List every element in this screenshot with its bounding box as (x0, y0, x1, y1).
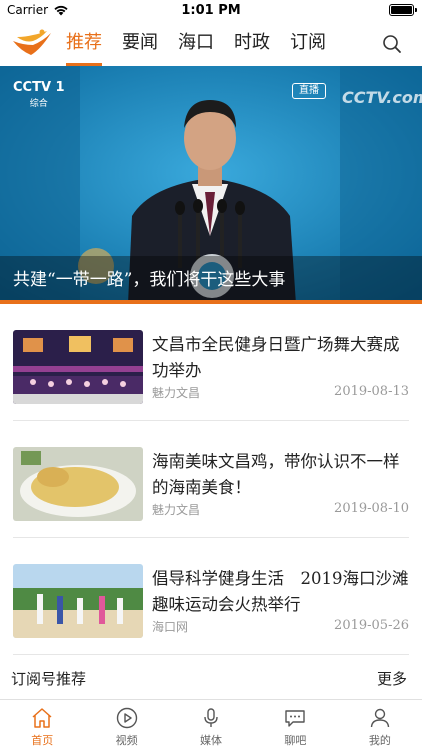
tabbar-label: 媒体 (200, 734, 223, 747)
tabbar-label: 视频 (115, 734, 138, 747)
news-item[interactable]: 海南美味文昌鸡，带你认识不一样的海南美食！ 魅力文昌 2019-08-10 (13, 421, 409, 538)
app-logo (13, 29, 51, 55)
tab-subscribe[interactable]: 订阅 (290, 22, 326, 66)
news-date: 2019-08-13 (334, 384, 409, 399)
tabbar-home[interactable]: 首页 (0, 700, 84, 750)
channel-logo: CCTV 1 综合 (13, 80, 65, 109)
search-icon[interactable] (382, 34, 402, 54)
subscribe-title: 订阅号推荐 (11, 670, 87, 688)
news-thumbnail (13, 564, 143, 638)
category-tabs: 推荐 要闻 海口 时政 订阅 (66, 22, 346, 66)
tabbar-media[interactable]: 媒体 (169, 700, 253, 750)
news-thumbnail (13, 330, 143, 404)
tab-haikou[interactable]: 海口 (178, 22, 214, 66)
chat-icon (285, 710, 306, 727)
news-date: 2019-05-26 (334, 618, 409, 633)
channel-watermark: CCTV.com (342, 88, 422, 107)
microphone-icon (204, 708, 218, 727)
news-title: 文昌市全民健身日暨广场舞大赛成功举办 (152, 335, 400, 380)
bottom-tab-bar: 首页 视频 媒体 聊吧 我的 (0, 699, 422, 750)
news-source: 魅力文昌 (152, 386, 201, 400)
tab-headlines[interactable]: 要闻 (122, 22, 158, 66)
more-link[interactable]: 更多 (377, 668, 407, 689)
headline-banner[interactable]: CCTV 1 综合 直播 CCTV.com 共建“一带一路”，我们将干这些大事 (0, 66, 422, 304)
tabbar-video[interactable]: 视频 (84, 700, 168, 750)
user-icon (370, 708, 390, 728)
news-item[interactable]: 文昌市全民健身日暨广场舞大赛成功举办 魅力文昌 2019-08-13 (13, 304, 409, 421)
news-title: 海南美味文昌鸡，带你认识不一样的海南美食！ (152, 452, 400, 497)
home-icon (32, 708, 52, 728)
tabbar-label: 聊吧 (284, 734, 307, 747)
tabbar-label: 首页 (31, 734, 54, 747)
top-nav: 推荐 要闻 海口 时政 订阅 (0, 22, 422, 66)
tab-recommend[interactable]: 推荐 (66, 22, 102, 66)
battery-icon (389, 4, 417, 16)
tabbar-profile[interactable]: 我的 (338, 700, 422, 750)
news-thumbnail (13, 447, 143, 521)
divider (13, 654, 409, 655)
tabbar-chat[interactable]: 聊吧 (253, 700, 337, 750)
subscribe-section-header: 订阅号推荐 更多 (0, 660, 422, 698)
news-date: 2019-08-10 (334, 501, 409, 516)
news-source: 魅力文昌 (152, 503, 201, 517)
news-item[interactable]: 倡导科学健身生活 2019海口沙滩趣味运动会火热举行 海口网 2019-05-2… (13, 538, 409, 655)
banner-caption: 共建“一带一路”，我们将干这些大事 (13, 270, 286, 290)
status-bar: Carrier 1:01 PM (0, 0, 422, 22)
live-badge: 直播 (292, 83, 326, 99)
news-source: 海口网 (152, 620, 189, 634)
status-time: 1:01 PM (181, 3, 241, 18)
news-title: 倡导科学健身生活 2019海口沙滩趣味运动会火热举行 (152, 569, 409, 614)
video-icon (116, 707, 137, 729)
tab-politics[interactable]: 时政 (234, 22, 270, 66)
tabbar-label: 我的 (368, 734, 391, 747)
